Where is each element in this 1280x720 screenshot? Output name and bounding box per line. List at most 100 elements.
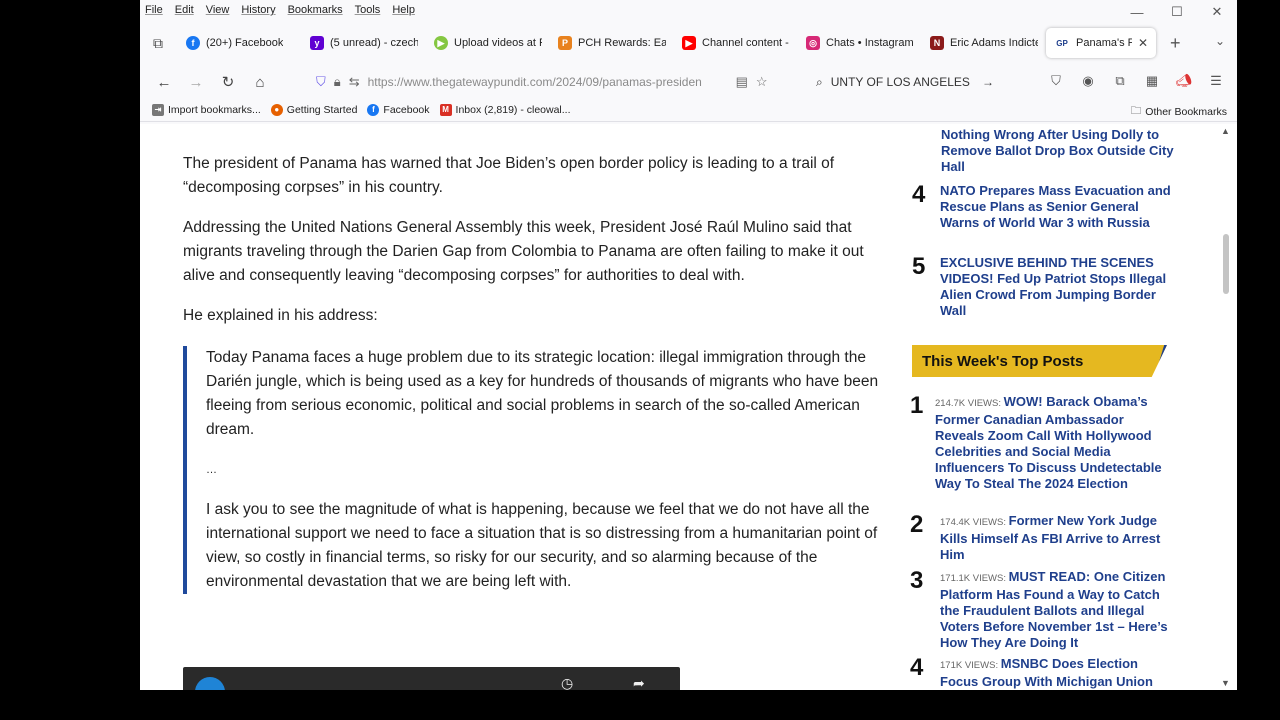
top-post-item[interactable]: 4 171K VIEWS: MSNBC Does Election Focus …	[910, 654, 1180, 690]
quote-ellipsis: …	[206, 464, 217, 476]
new-tab-button[interactable]: +	[1170, 33, 1181, 54]
search-bar[interactable]: ⌕ UNTY OF LOS ANGELES →	[810, 69, 1000, 95]
tab-pch-rewards[interactable]: P PCH Rewards: Ear	[550, 28, 674, 58]
tab-eric-adams[interactable]: N Eric Adams Indicte	[922, 28, 1046, 58]
top-post-link[interactable]: 171.1K VIEWS: MUST READ: One Citizen Pla…	[940, 569, 1176, 651]
trending-link[interactable]: Nothing Wrong After Using Dolly to Remov…	[941, 127, 1186, 175]
search-go-icon[interactable]: →	[982, 75, 994, 89]
article-paragraph: Addressing the United Nations General As…	[183, 219, 864, 284]
yahoo-mail-icon: y	[310, 36, 324, 50]
rank-number: 3	[910, 567, 924, 594]
article-paragraph: The president of Panama has warned that …	[183, 155, 835, 196]
channel-avatar	[195, 677, 225, 690]
reload-button[interactable]: ↻	[212, 68, 244, 96]
share-icon[interactable]: ➦	[633, 675, 645, 690]
gmail-icon: M	[439, 103, 452, 116]
folder-icon: 🗀︎	[1130, 105, 1142, 117]
permissions-icon[interactable]: ⇆	[349, 74, 360, 90]
pocket-icon[interactable]: ⛉	[1045, 70, 1067, 92]
rank-number: 4	[912, 181, 926, 208]
tab-title: Chats • Instagram	[826, 37, 914, 49]
article-paragraph: He explained in his address:	[183, 307, 378, 324]
top-post-link[interactable]: 214.7K VIEWS: WOW! Barack Obama’s Former…	[935, 394, 1175, 492]
home-button[interactable]: ⌂	[244, 68, 276, 96]
view-count: 174.4K VIEWS:	[940, 517, 1009, 528]
bookmark-label: Getting Started	[286, 103, 358, 116]
megaphone-icon[interactable]: 📣︎	[1173, 70, 1195, 92]
url-text: https://www.thegatewaypundit.com/2024/09…	[367, 75, 702, 89]
trending-link[interactable]: NATO Prepares Mass Evacuation and Rescue…	[940, 183, 1175, 231]
menu-edit[interactable]: Edit	[175, 4, 194, 16]
top-post-item[interactable]: 2 174.4K VIEWS: Former New York Judge Ki…	[910, 511, 1180, 563]
tab-title: Channel content -	[702, 37, 789, 49]
rank-number: 2	[910, 511, 924, 538]
bookmarks-bar: ⇥ Import bookmarks... ● Getting Started …	[140, 98, 1237, 122]
scroll-down-icon[interactable]: ▼	[1221, 678, 1230, 688]
top-post-link[interactable]: 174.4K VIEWS: Former New York Judge Kill…	[940, 513, 1176, 563]
trending-item[interactable]: 4 NATO Prepares Mass Evacuation and Resc…	[910, 181, 1180, 231]
quote-paragraph: Today Panama faces a huge problem due to…	[206, 349, 879, 438]
menu-bookmarks[interactable]: Bookmarks	[288, 4, 343, 16]
bookmark-star-icon[interactable]: ☆	[756, 74, 768, 90]
facebook-icon: f	[186, 36, 200, 50]
tab-yahoo-mail[interactable]: y (5 unread) - czech	[302, 28, 426, 58]
menu-hamburger-icon[interactable]: ☰	[1205, 70, 1227, 92]
scroll-up-icon[interactable]: ▲	[1221, 126, 1230, 136]
gateway-pundit-icon: GP	[1054, 36, 1070, 50]
top-posts-header: This Week's Top Posts	[912, 345, 1167, 377]
youtube-icon: ▶	[682, 36, 696, 50]
page-scrollbar[interactable]: ▲ ▼	[1221, 124, 1231, 690]
clock-icon[interactable]: ◷	[561, 675, 573, 690]
menu-bar: File Edit View History Bookmarks Tools H…	[140, 0, 1237, 20]
scrollbar-thumb[interactable]	[1223, 234, 1229, 294]
trending-item[interactable]: 5 EXCLUSIVE BEHIND THE SCENES VIDEOS! Fe…	[910, 253, 1180, 319]
trending-link[interactable]: EXCLUSIVE BEHIND THE SCENES VIDEOS! Fed …	[940, 255, 1175, 319]
extension-grid-icon[interactable]: ▦	[1141, 70, 1163, 92]
tab-facebook[interactable]: f (20+) Facebook	[178, 28, 302, 58]
bookmark-import[interactable]: ⇥ Import bookmarks...	[152, 103, 261, 116]
browser-window: File Edit View History Bookmarks Tools H…	[140, 0, 1237, 690]
tab-title: (20+) Facebook	[206, 37, 284, 49]
instagram-icon: ◎	[806, 36, 820, 50]
menu-history[interactable]: History	[241, 4, 275, 16]
tab-instagram[interactable]: ◎ Chats • Instagram	[798, 28, 922, 58]
top-post-link[interactable]: 171K VIEWS: MSNBC Does Election Focus Gr…	[940, 656, 1176, 690]
menu-help[interactable]: Help	[392, 4, 415, 16]
toolbar-icons: ⛉ ◉ ⧉ ▦ 📣︎ ☰	[1045, 70, 1227, 92]
top-post-item[interactable]: 1 214.7K VIEWS: WOW! Barack Obama’s Form…	[910, 392, 1180, 492]
view-count: 171.1K VIEWS:	[940, 573, 1009, 584]
close-tab-icon[interactable]: ✕	[1138, 36, 1148, 50]
bookmark-getting-started[interactable]: ● Getting Started	[270, 103, 358, 116]
extensions-icon[interactable]: ⧉	[1109, 70, 1131, 92]
list-all-tabs-icon[interactable]: ⌄	[1215, 34, 1225, 48]
reader-view-icon[interactable]: ▤	[736, 74, 748, 90]
search-icon: ⌕	[816, 74, 823, 89]
view-count: 214.7K VIEWS:	[935, 398, 1004, 409]
back-button[interactable]: ←	[148, 68, 180, 96]
top-post-item[interactable]: 3 171.1K VIEWS: MUST READ: One Citizen P…	[910, 567, 1180, 651]
trending-item[interactable]: Nothing Wrong After Using Dolly to Remov…	[941, 127, 1186, 175]
other-bookmarks-label: Other Bookmarks	[1145, 106, 1227, 118]
tab-rumble-upload[interactable]: ▶ Upload videos at R	[426, 28, 550, 58]
menu-tools[interactable]: Tools	[355, 4, 381, 16]
tab-overview-icon[interactable]: ⧉	[148, 33, 168, 53]
tab-channel-content[interactable]: ▶ Channel content -	[674, 28, 798, 58]
tracking-protection-icon[interactable]: ⛉	[316, 74, 326, 90]
rumble-icon: ▶	[434, 36, 448, 50]
account-icon[interactable]: ◉	[1077, 70, 1099, 92]
bookmark-gmail[interactable]: M Inbox (2,819) - cleowal...	[439, 103, 571, 116]
search-input[interactable]: UNTY OF LOS ANGELES	[831, 75, 970, 89]
video-player[interactable]: ◷ ➦	[183, 667, 680, 690]
other-bookmarks[interactable]: 🗀︎ Other Bookmarks	[1131, 103, 1227, 121]
forward-button[interactable]: →	[180, 68, 212, 96]
url-bar[interactable]: ⛉ 🔒︎ ⇆ https://www.thegatewaypundit.com/…	[310, 69, 798, 95]
rank-number: 4	[910, 654, 924, 681]
tab-bar: ⧉ f (20+) Facebook y (5 unread) - czech …	[140, 20, 1237, 66]
facebook-icon: f	[367, 103, 380, 116]
menu-view[interactable]: View	[206, 4, 230, 16]
lock-icon[interactable]: 🔒︎	[334, 74, 341, 90]
tab-panama-president[interactable]: GP Panama's Presi ✕	[1046, 28, 1156, 58]
bookmark-facebook[interactable]: f Facebook	[367, 103, 430, 116]
bookmark-label: Facebook	[383, 103, 430, 116]
menu-file[interactable]: File	[145, 4, 163, 16]
